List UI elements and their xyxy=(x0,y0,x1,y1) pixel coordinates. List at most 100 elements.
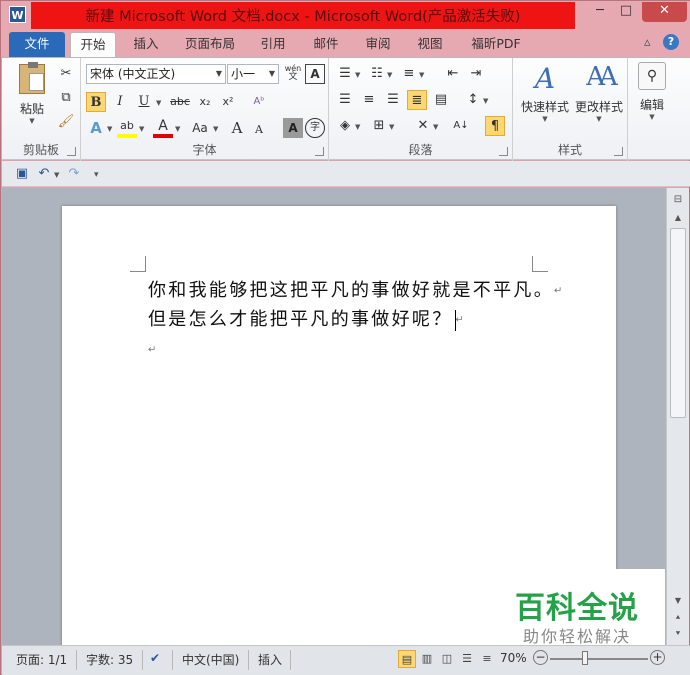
scroll-down-icon[interactable]: ▼ xyxy=(670,593,686,609)
highlight-dropdown-icon[interactable]: ▼ xyxy=(139,125,144,133)
underline-button[interactable]: U xyxy=(134,92,154,112)
font-size-select[interactable]: 小一 ▼ xyxy=(227,64,279,84)
tab-review[interactable]: 审阅 xyxy=(357,32,399,57)
scroll-thumb[interactable] xyxy=(670,228,686,418)
document-line-3[interactable]: ↵ xyxy=(148,339,156,360)
copy-icon[interactable]: ⧉ xyxy=(56,88,76,108)
collapse-ribbon-icon[interactable]: ▵ xyxy=(644,35,651,50)
zoom-slider-thumb[interactable] xyxy=(582,651,588,665)
print-layout-view-icon[interactable]: ▤ xyxy=(398,650,416,668)
scroll-up-icon[interactable]: ▲ xyxy=(670,210,686,226)
tab-mailings[interactable]: 邮件 xyxy=(305,32,347,57)
shading-icon[interactable]: ◈ xyxy=(335,116,355,136)
text-effects-dropdown-icon[interactable]: ▼ xyxy=(107,125,112,133)
undo-icon[interactable]: ↶ xyxy=(34,164,54,184)
status-insert-mode[interactable]: 插入 xyxy=(258,651,282,668)
borders-dropdown-icon[interactable]: ▼ xyxy=(389,123,394,131)
editing-button[interactable]: ⚲ 编辑 ▼ xyxy=(634,62,670,132)
tab-view[interactable]: 视图 xyxy=(409,32,451,57)
font-color-dropdown-icon[interactable]: ▼ xyxy=(175,125,180,133)
proofing-icon[interactable]: ✔ xyxy=(150,651,160,665)
font-color-icon[interactable]: A xyxy=(153,118,173,138)
clipboard-launcher-icon[interactable] xyxy=(67,147,76,156)
line-spacing-dropdown-icon[interactable]: ▼ xyxy=(483,97,488,105)
status-language[interactable]: 中文(中国) xyxy=(182,651,239,668)
bold-button[interactable]: B xyxy=(86,92,106,112)
status-word-count[interactable]: 字数: 35 xyxy=(86,651,133,668)
phonetic-guide-button[interactable]: wén 文 xyxy=(283,64,303,84)
numbering-icon[interactable]: ☷ xyxy=(367,64,387,84)
word-app-icon[interactable]: W xyxy=(9,6,26,23)
align-center-icon[interactable]: ≡ xyxy=(359,90,379,110)
tab-file[interactable]: 文件 xyxy=(9,32,65,57)
multilevel-dropdown-icon[interactable]: ▼ xyxy=(419,71,424,79)
save-icon[interactable]: ▣ xyxy=(12,164,32,184)
next-page-icon[interactable]: ⯆ xyxy=(670,626,686,642)
undo-dropdown-icon[interactable]: ▼ xyxy=(54,171,59,179)
distributed-icon[interactable]: ▤ xyxy=(431,90,451,110)
status-page[interactable]: 页面: 1/1 xyxy=(16,651,67,668)
full-screen-reading-icon[interactable]: ▥ xyxy=(418,650,436,668)
highlight-color-icon[interactable]: ab xyxy=(117,118,137,138)
borders-icon[interactable]: ⊞ xyxy=(369,116,389,136)
enclose-characters-button[interactable]: 字 xyxy=(305,118,325,138)
zoom-in-button[interactable]: + xyxy=(650,650,665,665)
increase-indent-icon[interactable]: ⇥ xyxy=(466,64,486,84)
previous-page-icon[interactable]: ⯅ xyxy=(670,610,686,626)
chinese-layout-icon[interactable]: ✕ xyxy=(413,116,433,136)
bullets-dropdown-icon[interactable]: ▼ xyxy=(355,71,360,79)
ruler-toggle-icon[interactable]: ⊟ xyxy=(670,192,686,208)
redo-icon[interactable]: ↷ xyxy=(64,164,84,184)
change-styles-button[interactable]: AA 更改样式 ▼ xyxy=(571,62,627,132)
tab-references[interactable]: 引用 xyxy=(253,32,293,57)
outline-view-icon[interactable]: ☰ xyxy=(458,650,476,668)
web-layout-icon[interactable]: ◫ xyxy=(438,650,456,668)
numbering-dropdown-icon[interactable]: ▼ xyxy=(387,71,392,79)
font-name-select[interactable]: 宋体 (中文正文) ▼ xyxy=(86,64,226,84)
document-line-2[interactable]: 但是怎么才能把平凡的事做好呢？ ↵ xyxy=(148,305,464,331)
tab-insert[interactable]: 插入 xyxy=(125,32,167,57)
draft-view-icon[interactable]: ≡ xyxy=(478,650,496,668)
maximize-button[interactable]: □ xyxy=(613,2,639,22)
shrink-font-button[interactable]: A xyxy=(249,120,269,140)
strikethrough-button[interactable]: abc xyxy=(168,92,192,112)
quick-styles-button[interactable]: A 快速样式 ▼ xyxy=(517,62,573,132)
align-right-icon[interactable]: ☰ xyxy=(383,90,403,110)
tab-foxit-pdf[interactable]: 福昕PDF xyxy=(461,32,531,57)
zoom-level[interactable]: 70% xyxy=(500,651,527,665)
change-case-dropdown-icon[interactable]: ▼ xyxy=(213,125,218,133)
minimize-button[interactable]: ─ xyxy=(587,2,613,22)
bullets-icon[interactable]: ☰ xyxy=(335,64,355,84)
character-shading-button[interactable]: A xyxy=(283,118,303,138)
customize-toolbar-icon[interactable]: ▾ xyxy=(94,170,99,180)
change-case-button[interactable]: Aa xyxy=(187,118,213,138)
character-border-button[interactable]: A xyxy=(305,64,325,84)
justify-icon[interactable]: ≣ xyxy=(407,90,427,110)
document-line-1[interactable]: 你和我能够把这把平凡的事做好就是不平凡。↵ xyxy=(148,276,562,302)
italic-button[interactable]: I xyxy=(110,92,130,112)
subscript-button[interactable]: x₂ xyxy=(195,92,215,112)
line-spacing-icon[interactable]: ↕ xyxy=(463,90,483,110)
help-icon[interactable]: ? xyxy=(663,34,679,50)
zoom-out-button[interactable]: − xyxy=(533,650,548,665)
close-button[interactable]: ✕ xyxy=(642,2,687,22)
paragraph-launcher-icon[interactable] xyxy=(499,147,508,156)
tab-home[interactable]: 开始 xyxy=(70,32,116,57)
font-launcher-icon[interactable] xyxy=(315,147,324,156)
superscript-button[interactable]: x² xyxy=(218,92,238,112)
zoom-slider-track[interactable] xyxy=(550,658,648,660)
sort-icon[interactable]: A↓ xyxy=(451,116,471,136)
text-effects-icon[interactable]: A xyxy=(86,118,106,138)
format-painter-icon[interactable]: 🖌 xyxy=(56,112,76,132)
grow-font-button[interactable]: A xyxy=(227,118,247,138)
styles-launcher-icon[interactable] xyxy=(614,147,623,156)
vertical-scrollbar[interactable]: ⊟ ▲ ▼ ⯅ ⯆ xyxy=(666,188,689,645)
chinese-layout-dropdown-icon[interactable]: ▼ xyxy=(433,123,438,131)
underline-dropdown-icon[interactable]: ▼ xyxy=(156,99,161,107)
tab-page-layout[interactable]: 页面布局 xyxy=(177,32,243,57)
align-left-icon[interactable]: ☰ xyxy=(335,90,355,110)
paste-button[interactable]: 粘贴 ▼ xyxy=(14,62,50,134)
clear-formatting-icon[interactable]: Aᵇ xyxy=(249,92,269,112)
decrease-indent-icon[interactable]: ⇤ xyxy=(443,64,463,84)
show-hide-marks-icon[interactable]: ¶ xyxy=(485,116,505,136)
